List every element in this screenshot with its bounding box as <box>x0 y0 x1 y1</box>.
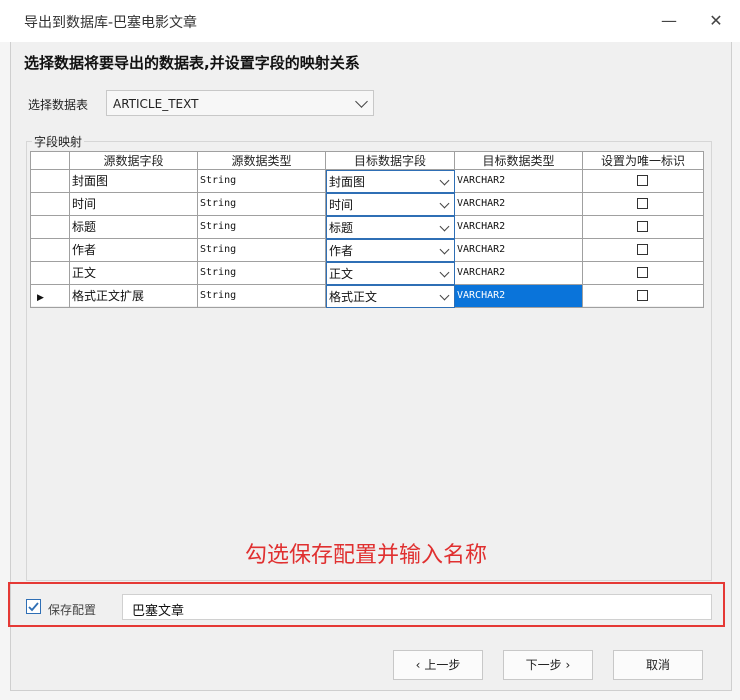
row-header[interactable] <box>30 216 70 239</box>
next-button-label: 下一步 <box>525 658 562 672</box>
prev-button[interactable]: ‹ 上一步 <box>393 650 483 680</box>
unique-id-checkbox[interactable] <box>637 267 648 278</box>
unique-id-checkbox[interactable] <box>637 244 648 255</box>
unique-id-checkbox[interactable] <box>637 290 648 301</box>
target-field-value: 作者 <box>329 244 354 258</box>
chevron-down-icon <box>439 267 450 278</box>
unique-id-checkbox[interactable] <box>637 221 648 232</box>
target-field-value: 时间 <box>329 198 354 212</box>
target-field-dropdown[interactable]: 时间 <box>326 193 455 216</box>
target-field-dropdown[interactable]: 封面图 <box>326 170 455 193</box>
source-type-cell[interactable]: String <box>198 239 326 262</box>
target-type-cell[interactable]: VARCHAR2 <box>455 239 583 262</box>
column-header[interactable]: 源数据类型 <box>198 151 326 170</box>
row-header[interactable] <box>30 239 70 262</box>
unique-id-cell <box>583 239 704 262</box>
target-field-dropdown[interactable]: 正文 <box>326 262 455 285</box>
target-type-cell[interactable]: VARCHAR2 <box>455 170 583 193</box>
column-header[interactable]: 设置为唯一标识 <box>583 151 704 170</box>
target-field-value: 封面图 <box>329 175 366 189</box>
source-field-cell[interactable]: 正文 <box>70 262 198 285</box>
unique-id-cell <box>583 216 704 239</box>
chevron-down-icon <box>355 95 368 108</box>
unique-id-cell <box>583 285 704 308</box>
chevron-down-icon <box>439 198 450 209</box>
source-type-cell[interactable]: String <box>198 216 326 239</box>
target-field-dropdown[interactable]: 格式正文 <box>326 285 455 308</box>
page-heading: 选择数据将要导出的数据表,并设置字段的映射关系 <box>24 54 360 72</box>
source-type-cell[interactable]: String <box>198 170 326 193</box>
source-field-cell[interactable]: 作者 <box>70 239 198 262</box>
next-button[interactable]: 下一步 › <box>503 650 593 680</box>
unique-id-cell <box>583 193 704 216</box>
chevron-down-icon <box>439 175 450 186</box>
unique-id-checkbox[interactable] <box>637 175 648 186</box>
chevron-down-icon <box>439 244 450 255</box>
source-type-cell[interactable]: String <box>198 285 326 308</box>
mapping-grid[interactable]: 源数据字段 源数据类型 目标数据字段 目标数据类型 设置为唯一标识 封面图 St… <box>30 151 704 308</box>
target-type-cell[interactable]: VARCHAR2 <box>455 216 583 239</box>
column-header[interactable]: 目标数据字段 <box>326 151 455 170</box>
chevron-down-icon <box>439 290 450 301</box>
unique-id-cell <box>583 262 704 285</box>
table-select[interactable]: ARTICLE_TEXT <box>106 90 374 116</box>
close-button[interactable]: ✕ <box>703 8 729 34</box>
row-header-current[interactable]: ▶ <box>30 285 70 308</box>
instruction-annotation: 勾选保存配置并输入名称 <box>245 543 488 568</box>
minimize-button[interactable]: — <box>656 8 682 34</box>
cancel-button-label: 取消 <box>645 658 670 672</box>
unique-id-cell <box>583 170 704 193</box>
cancel-button[interactable]: 取消 <box>613 650 703 680</box>
target-field-dropdown[interactable]: 作者 <box>326 239 455 262</box>
source-field-cell[interactable]: 时间 <box>70 193 198 216</box>
source-field-cell[interactable]: 封面图 <box>70 170 198 193</box>
current-row-arrow-icon: ▶ <box>37 293 44 303</box>
table-select-label: 选择数据表 <box>28 98 89 112</box>
window-title: 导出到数据库-巴塞电影文章 <box>24 15 198 31</box>
close-icon: ✕ <box>709 11 723 30</box>
unique-id-checkbox[interactable] <box>637 198 648 209</box>
row-header[interactable] <box>30 193 70 216</box>
target-type-cell-selected[interactable]: VARCHAR2 <box>455 285 583 308</box>
source-type-cell[interactable]: String <box>198 262 326 285</box>
target-field-value: 正文 <box>329 267 354 281</box>
target-field-value: 标题 <box>329 221 354 235</box>
highlight-box <box>8 582 725 627</box>
row-header[interactable] <box>30 262 70 285</box>
source-field-cell[interactable]: 格式正文扩展 <box>70 285 198 308</box>
source-type-cell[interactable]: String <box>198 193 326 216</box>
target-type-cell[interactable]: VARCHAR2 <box>455 193 583 216</box>
chevron-left-icon: ‹ <box>415 658 421 672</box>
source-field-cell[interactable]: 标题 <box>70 216 198 239</box>
minimize-icon: — <box>661 11 677 30</box>
row-header[interactable] <box>30 170 70 193</box>
field-mapping-label: 字段映射 <box>32 133 85 150</box>
table-select-value: ARTICLE_TEXT <box>113 97 199 111</box>
prev-button-label: 上一步 <box>424 658 461 672</box>
target-type-cell[interactable]: VARCHAR2 <box>455 262 583 285</box>
target-field-dropdown[interactable]: 标题 <box>326 216 455 239</box>
row-header-corner <box>30 151 70 170</box>
target-field-value: 格式正文 <box>329 290 378 304</box>
chevron-right-icon: › <box>565 658 571 672</box>
column-header[interactable]: 源数据字段 <box>70 151 198 170</box>
chevron-down-icon <box>439 221 450 232</box>
column-header[interactable]: 目标数据类型 <box>455 151 583 170</box>
